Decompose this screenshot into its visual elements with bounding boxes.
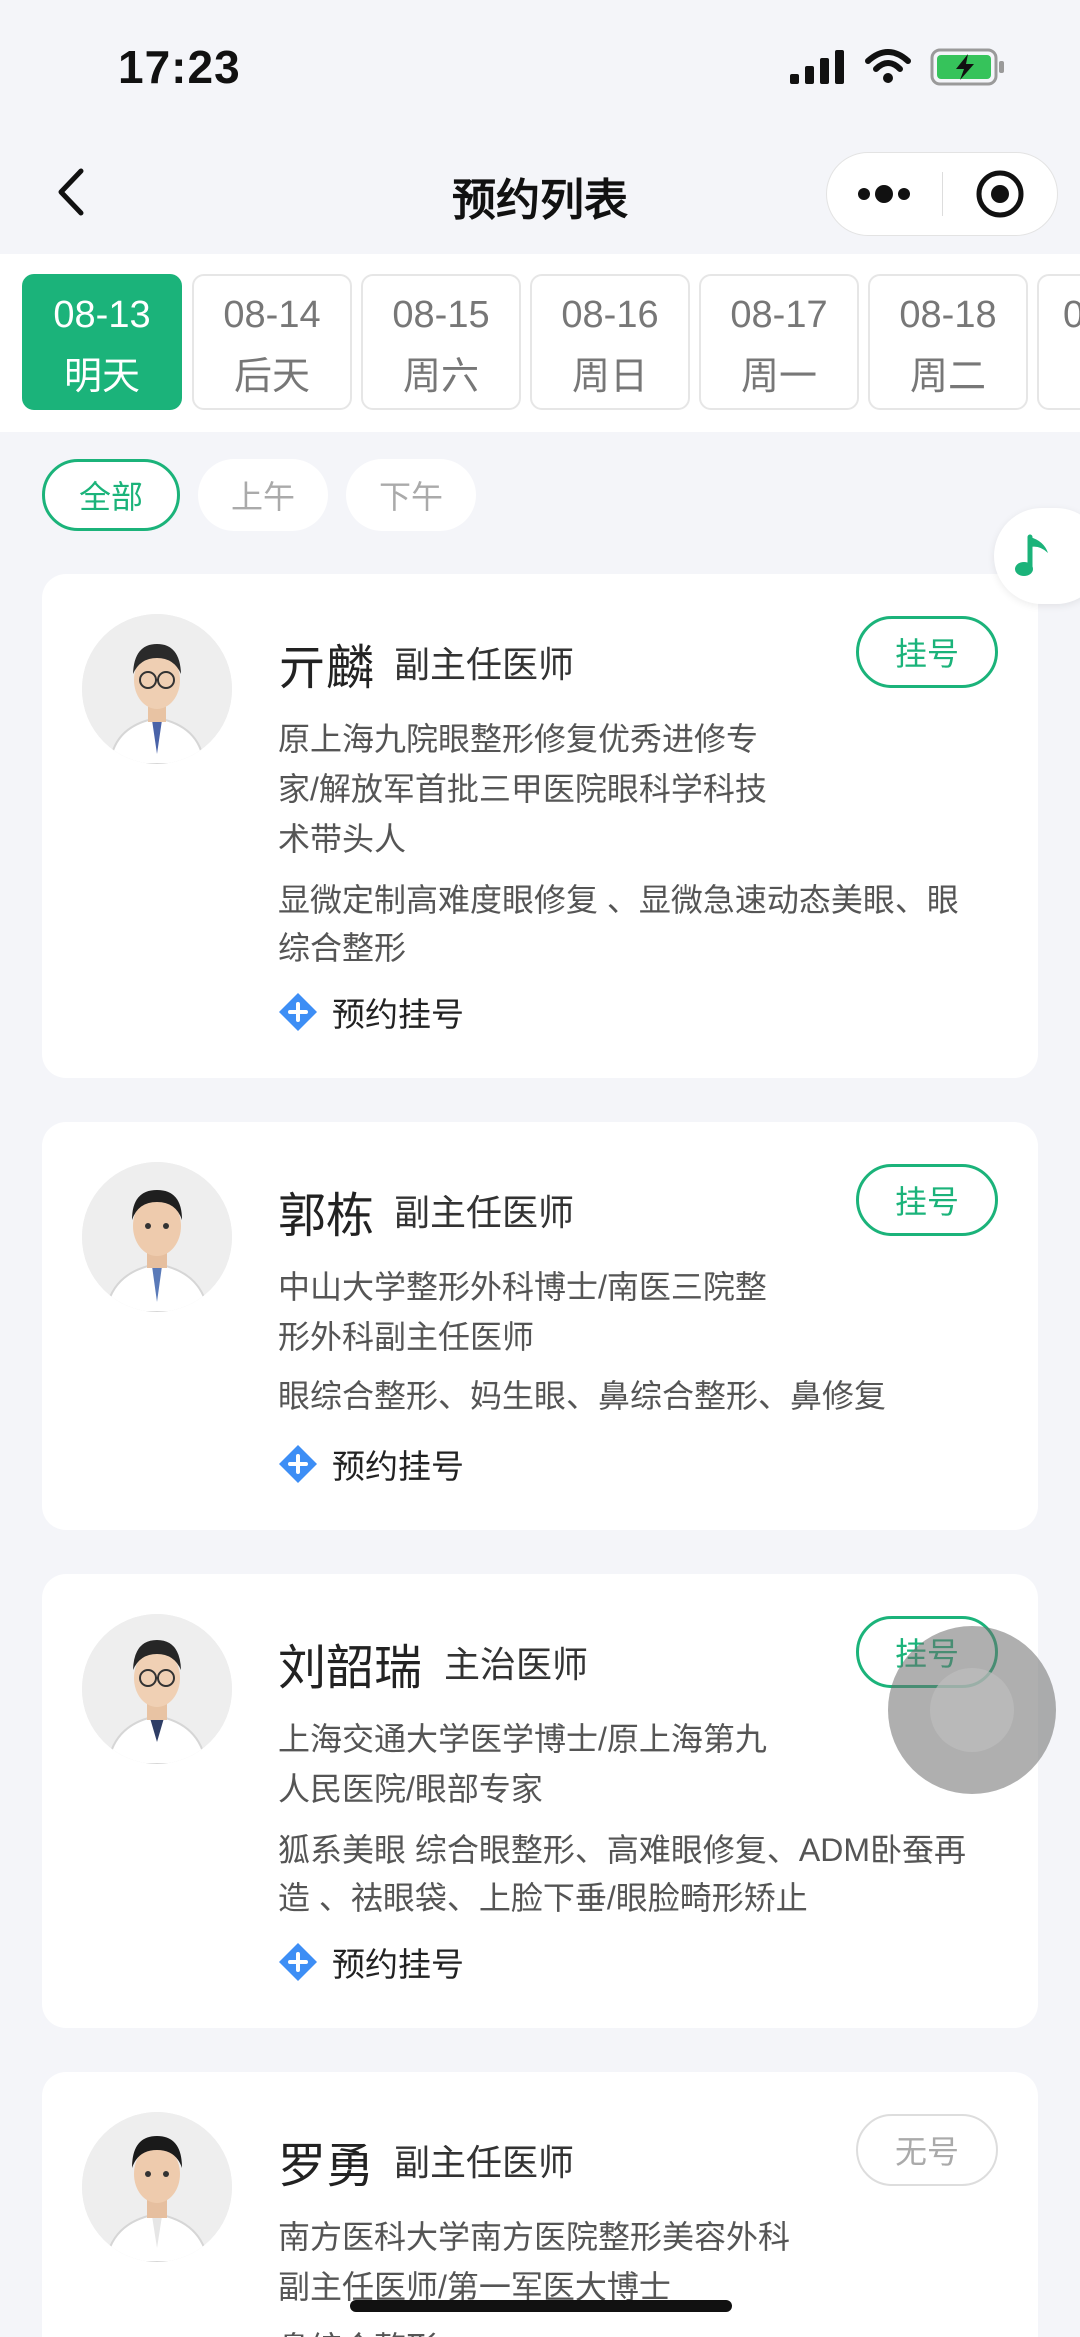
plus-diamond-icon <box>279 993 317 1031</box>
date-tab-date: 0 <box>1063 294 1080 336</box>
doctor-intro: 上海交通大学医学博士/原上海第九 人民医院/眼部专家 <box>278 1714 818 1814</box>
music-bubble[interactable] <box>994 508 1080 604</box>
intro-line: 术带头人 <box>278 821 407 857</box>
doctor-portrait-icon <box>82 2112 232 2262</box>
doctor-specialties: 鼻综合整形、... <box>278 2324 1008 2337</box>
register-button[interactable]: 挂号 <box>856 616 998 688</box>
date-tab[interactable]: 08-16 周日 <box>530 274 690 410</box>
specialty-line: 鼻综合整形、... <box>278 2324 1008 2337</box>
intro-line: 人民医院/眼部专家 <box>278 1771 543 1807</box>
date-tab-date: 08-16 <box>561 294 659 336</box>
music-note-icon <box>1015 534 1048 576</box>
period-filter-afternoon[interactable]: 下午 <box>346 459 476 531</box>
doctor-title: 副主任医师 <box>394 1192 575 1233</box>
book-appointment-link[interactable]: 预约挂号 <box>278 988 464 1036</box>
book-appointment-label: 预约挂号 <box>332 1448 464 1485</box>
doctor-avatar <box>82 2112 232 2262</box>
doctor-title: 副主任医师 <box>394 2142 575 2183</box>
doctor-specialties: 眼综合整形、妈生眼、鼻综合整形、鼻修复 <box>278 1372 1008 1420</box>
status-bar: 17:23 <box>0 0 1080 140</box>
doctor-specialties: 显微定制高难度眼修复 、显微急速动态美眼、眼 综合整形 <box>278 876 1008 972</box>
doctor-specialties: 狐系美眼 综合眼整形、高难眼修复、ADM卧蚕再 造 、祛眼袋、上脸下垂/眼脸畸形… <box>278 1826 1008 1922</box>
date-tab[interactable]: 08-17 周一 <box>699 274 859 410</box>
wifi-icon <box>865 49 911 83</box>
status-time: 17:23 <box>118 41 241 93</box>
target-close-icon <box>976 170 1024 218</box>
doctor-intro: 南方医科大学南方医院整形美容外科 副主任医师/第一军医大博士 <box>278 2212 818 2312</box>
specialty-line: 眼综合整形、妈生眼、鼻综合整形、鼻修复 <box>278 1378 887 1414</box>
specialty-line: 综合整形 <box>278 930 407 966</box>
doctor-avatar <box>82 1162 232 1312</box>
intro-line: 南方医科大学南方医院整形美容外科 <box>278 2219 791 2255</box>
plus-diamond-icon <box>279 1943 317 1981</box>
intro-line: 中山大学整形外科博士/南医三院整 <box>278 1269 767 1305</box>
doctor-intro: 中山大学整形外科博士/南医三院整 形外科副主任医师 <box>278 1262 818 1362</box>
specialty-line: 显微定制高难度眼修复 、显微急速动态美眼、眼 <box>278 882 959 918</box>
close-mini-program-button[interactable] <box>942 152 1057 236</box>
date-tab-weekday: 周一 <box>740 356 817 398</box>
date-tab-date: 08-15 <box>392 294 490 336</box>
more-dots-icon <box>858 185 911 203</box>
date-tab[interactable]: 08-18 周二 <box>868 274 1028 410</box>
date-selector: 08-13 明天 08-14 后天 08-15 周六 08-16 周日 08-1… <box>0 254 1080 432</box>
doctor-name: 刘韶瑞 <box>278 1642 423 1695</box>
book-appointment-label: 预约挂号 <box>332 1946 464 1983</box>
period-filter-all[interactable]: 全部 <box>42 459 180 531</box>
doctor-avatar <box>82 1614 232 1764</box>
doctor-title: 主治医师 <box>444 1644 589 1685</box>
date-tab-weekday: 明天 <box>63 356 140 398</box>
date-tab[interactable]: 0 <box>1037 274 1080 410</box>
intro-line: 上海交通大学医学博士/原上海第九 <box>278 1721 767 1757</box>
doctor-name: 亓麟 <box>278 642 375 695</box>
date-tab[interactable]: 08-15 周六 <box>361 274 521 410</box>
date-tab-weekday: 周六 <box>402 356 479 398</box>
book-appointment-label: 预约挂号 <box>332 996 464 1033</box>
home-indicator[interactable] <box>350 2300 732 2312</box>
doctor-intro: 原上海九院眼整形修复优秀进修专 家/解放军首批三甲医院眼科学科技 术带头人 <box>278 714 818 864</box>
more-button[interactable] <box>827 152 942 236</box>
book-appointment-link[interactable]: 预约挂号 <box>278 1938 464 1986</box>
doctor-name: 郭栋 <box>278 1190 375 1243</box>
date-tab[interactable]: 08-13 明天 <box>22 274 182 410</box>
intro-line: 形外科副主任医师 <box>278 1319 535 1355</box>
specialty-line: 狐系美眼 综合眼整形、高难眼修复、ADM卧蚕再 <box>278 1832 967 1868</box>
doctor-name: 罗勇 <box>278 2140 375 2193</box>
doctor-portrait-icon <box>82 614 232 764</box>
date-tab-date: 08-14 <box>223 294 321 336</box>
date-tab[interactable]: 08-14 后天 <box>192 274 352 410</box>
period-filter-morning[interactable]: 上午 <box>198 459 328 531</box>
doctor-portrait-icon <box>82 1162 232 1312</box>
status-icons <box>790 48 1006 86</box>
date-tab-weekday: 周二 <box>909 356 986 398</box>
specialty-line: 造 、祛眼袋、上脸下垂/眼脸畸形矫止 <box>278 1880 808 1916</box>
doctor-card[interactable]: 罗勇 副主任医师 无号 南方医科大学南方医院整形美容外科 副主任医师/第一军医大… <box>42 2072 1038 2337</box>
nav-bar: 预约列表 <box>0 140 1080 250</box>
battery-charging-icon <box>930 48 1004 86</box>
date-tab-date: 08-18 <box>899 294 997 336</box>
plus-diamond-icon <box>279 1445 317 1483</box>
doctor-portrait-icon <box>82 1614 232 1764</box>
mini-program-capsule <box>826 152 1058 236</box>
no-slots-button[interactable]: 无号 <box>856 2114 998 2186</box>
date-tab-date: 08-13 <box>53 294 151 336</box>
doctor-card[interactable]: 郭栋 副主任医师 挂号 中山大学整形外科博士/南医三院整 形外科副主任医师 眼综… <box>42 1122 1038 1530</box>
doctor-card[interactable]: 亓麟 副主任医师 挂号 原上海九院眼整形修复优秀进修专 家/解放军首批三甲医院眼… <box>42 574 1038 1078</box>
doctor-title: 副主任医师 <box>394 644 575 685</box>
book-appointment-link[interactable]: 预约挂号 <box>278 1440 464 1488</box>
assistive-touch-inner <box>930 1668 1014 1752</box>
date-tab-weekday: 周日 <box>571 356 648 398</box>
assistive-touch-button[interactable] <box>888 1626 1056 1794</box>
doctor-avatar <box>82 614 232 764</box>
date-tab-date: 08-17 <box>730 294 828 336</box>
intro-line: 原上海九院眼整形修复优秀进修专 <box>278 721 759 757</box>
doctor-card[interactable]: 刘韶瑞 主治医师 挂号 上海交通大学医学博士/原上海第九 人民医院/眼部专家 狐… <box>42 1574 1038 2028</box>
register-button[interactable]: 挂号 <box>856 1164 998 1236</box>
signal-icon <box>790 50 844 84</box>
date-tab-weekday: 后天 <box>233 356 310 398</box>
intro-line: 家/解放军首批三甲医院眼科学科技 <box>278 771 767 807</box>
